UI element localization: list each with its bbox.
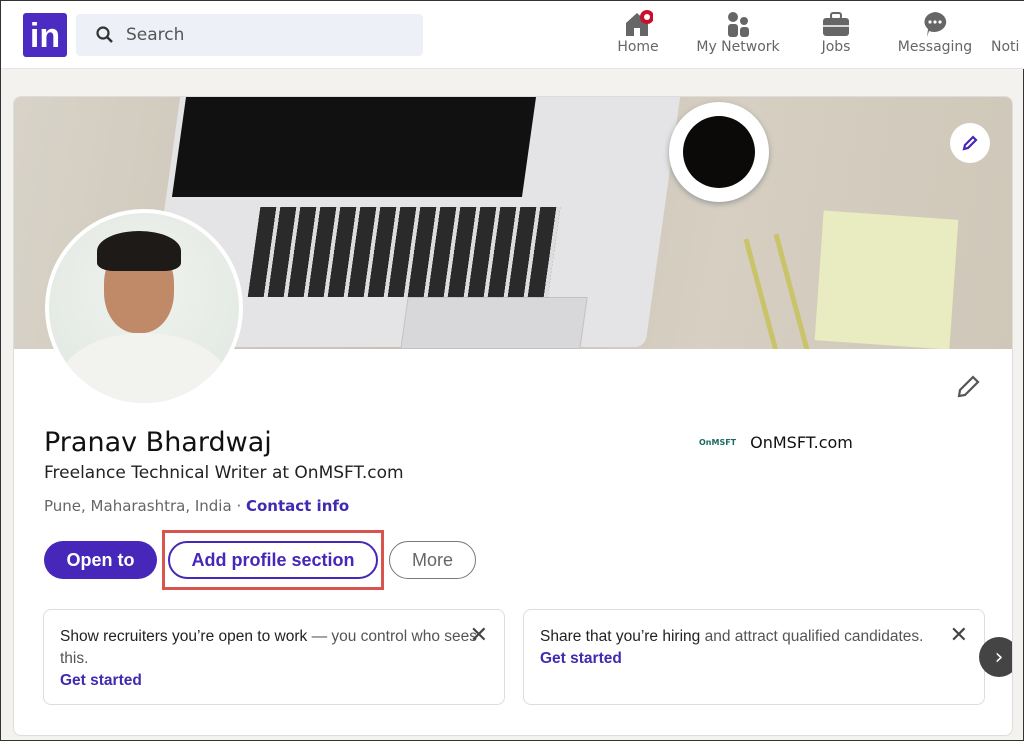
nav-label: My Network bbox=[696, 39, 780, 55]
edit-intro-button[interactable] bbox=[956, 373, 982, 403]
company-logo: OnMSFT bbox=[699, 438, 737, 447]
chevron-right-icon[interactable]: › bbox=[979, 637, 1012, 677]
hiring-card: Share that you’re hiring and attract qua… bbox=[523, 609, 985, 705]
search-icon bbox=[96, 26, 113, 43]
network-icon bbox=[693, 9, 783, 39]
profile-location: Pune, Maharashtra, India · Contact info bbox=[44, 497, 349, 515]
profile-name: Pranav Bhardwaj bbox=[44, 427, 272, 458]
close-icon[interactable]: ✕ bbox=[950, 624, 968, 646]
contact-info-link[interactable]: Contact info bbox=[246, 497, 349, 515]
avatar[interactable] bbox=[45, 209, 243, 407]
nav-jobs[interactable]: Jobs bbox=[813, 9, 859, 55]
profile-card: Pranav Bhardwaj Freelance Technical Writ… bbox=[13, 96, 1013, 736]
top-nav: in Search Home My Network Jobs Messaging… bbox=[1, 1, 1024, 69]
pencil-icon bbox=[962, 135, 978, 151]
search-input[interactable]: Search bbox=[76, 14, 423, 56]
get-started-link[interactable]: Get started bbox=[540, 648, 968, 670]
close-icon[interactable]: ✕ bbox=[470, 624, 488, 646]
card-text: and attract qualified candidates. bbox=[700, 628, 924, 645]
nav-label: Noti bbox=[991, 39, 1020, 55]
open-to-work-card: Show recruiters you’re open to work — yo… bbox=[43, 609, 505, 705]
nav-label: Home bbox=[617, 39, 659, 55]
nav-my-network[interactable]: My Network bbox=[693, 9, 783, 55]
card-bold-text: Share that you’re hiring bbox=[540, 628, 701, 645]
separator: · bbox=[231, 497, 246, 515]
linkedin-logo[interactable]: in bbox=[23, 13, 67, 57]
briefcase-icon bbox=[813, 9, 859, 39]
nav-label: Messaging bbox=[897, 39, 973, 55]
company-link[interactable]: OnMSFT OnMSFT.com bbox=[699, 433, 853, 452]
company-name: OnMSFT.com bbox=[750, 433, 853, 452]
nav-home[interactable]: Home bbox=[613, 9, 663, 55]
home-icon bbox=[613, 9, 663, 39]
open-to-button[interactable]: Open to bbox=[44, 541, 157, 579]
location-text: Pune, Maharashtra, India bbox=[44, 497, 232, 515]
pencil-icon bbox=[957, 375, 980, 398]
bell-icon bbox=[991, 9, 1024, 39]
nav-label: Jobs bbox=[821, 39, 851, 55]
nav-notifications[interactable]: Noti bbox=[991, 9, 1024, 55]
profile-headline: Freelance Technical Writer at OnMSFT.com bbox=[44, 463, 404, 483]
search-placeholder: Search bbox=[126, 25, 185, 45]
nav-messaging[interactable]: Messaging bbox=[897, 9, 973, 55]
card-bold-text: Show recruiters you’re open to work bbox=[60, 628, 308, 645]
edit-background-button[interactable] bbox=[950, 123, 990, 163]
highlight-box bbox=[162, 530, 384, 590]
messaging-icon bbox=[897, 9, 973, 39]
more-button[interactable]: More bbox=[389, 541, 476, 579]
get-started-link[interactable]: Get started bbox=[60, 670, 488, 692]
